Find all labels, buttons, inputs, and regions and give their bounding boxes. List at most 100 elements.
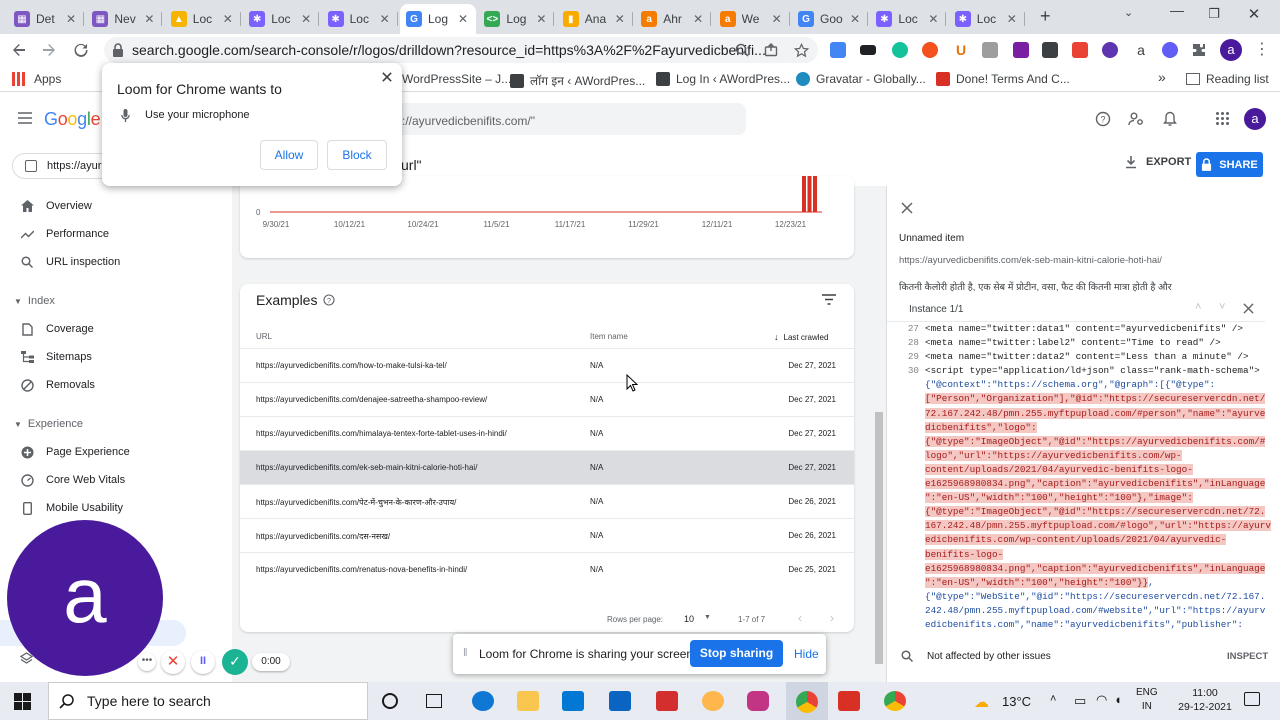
browser-tab[interactable]: a Ahr ✕ xyxy=(635,4,712,34)
notifications-icon[interactable] xyxy=(1244,692,1260,706)
bookmark-4[interactable]: Done! Terms And C... xyxy=(936,72,1070,86)
table-row[interactable]: https://ayurvedicbenifits.com/himalaya-t… xyxy=(240,416,854,450)
loom-finish-icon[interactable]: ✓ xyxy=(222,649,248,675)
examples-help-icon[interactable]: ? xyxy=(323,294,335,306)
browser-tab[interactable]: ▦ Nev ✕ xyxy=(86,4,163,34)
mail-extension-icon[interactable] xyxy=(1042,42,1058,58)
reload-icon[interactable] xyxy=(72,41,90,59)
hide-button[interactable]: Hide xyxy=(794,647,819,661)
chrome-taskbar-active[interactable] xyxy=(786,682,828,720)
red-app-taskbar-icon[interactable] xyxy=(656,691,678,711)
loom-more-icon[interactable]: ••• xyxy=(138,653,156,671)
rows-per-page-select[interactable]: 10 ▼ xyxy=(684,614,711,624)
browser-tab[interactable]: ✱ Loc ✕ xyxy=(949,4,1025,34)
loom-extension-icon[interactable] xyxy=(1162,42,1178,58)
instance-prev-icon[interactable]: ˄ xyxy=(1195,301,1201,313)
grammarly-extension-icon[interactable] xyxy=(892,42,908,58)
task-view-icon[interactable] xyxy=(426,694,442,708)
sidebar-item-url-inspection[interactable]: URL inspection xyxy=(0,248,232,276)
bookmark-2[interactable]: Log In ‹ AWordPres... xyxy=(656,72,790,86)
users-settings-icon[interactable] xyxy=(1128,111,1144,127)
weather-temp[interactable]: 13°C xyxy=(1002,694,1031,709)
tray-overflow-icon[interactable]: ˄ xyxy=(1050,693,1056,705)
menu-kebab-icon[interactable]: ⋮ xyxy=(1254,39,1270,59)
edge-taskbar-icon[interactable] xyxy=(472,691,494,711)
chart-bar[interactable] xyxy=(813,176,817,212)
filter-icon[interactable] xyxy=(822,294,836,305)
taskbar-search-box[interactable]: Type here to search xyxy=(48,682,368,720)
badge-extension-icon[interactable] xyxy=(1102,42,1118,58)
tab-close-icon[interactable]: ✕ xyxy=(378,12,392,26)
table-row[interactable]: https://ayurvedicbenifits.com/पेट-में-चु… xyxy=(240,484,854,518)
export-button[interactable]: EXPORT xyxy=(1124,155,1191,169)
address-bar[interactable]: search.google.com/search-console/r/logos… xyxy=(104,37,818,63)
chart-bar[interactable] xyxy=(807,176,812,212)
profile-avatar[interactable]: a xyxy=(1220,39,1242,61)
sidebar-section-index[interactable]: ▼ Index xyxy=(0,295,55,307)
apps-launcher-icon[interactable] xyxy=(1216,112,1229,125)
extensions-puzzle-icon[interactable] xyxy=(1190,41,1208,59)
wifi-icon[interactable]: ◠ xyxy=(1096,692,1107,708)
sidebar-section-experience[interactable]: ▼ Experience xyxy=(0,418,83,430)
tab-close-icon[interactable]: ✕ xyxy=(1005,12,1019,26)
apps-bookmark[interactable]: Apps xyxy=(12,72,61,86)
browser-tab[interactable]: ▦ Det ✕ xyxy=(8,4,84,34)
notifications-bell-icon[interactable] xyxy=(1163,111,1177,127)
next-page-icon[interactable]: › xyxy=(830,611,834,625)
browser-tab[interactable]: ▮ Ana ✕ xyxy=(557,4,633,34)
share-page-icon[interactable] xyxy=(762,41,780,59)
weather-icon[interactable]: ☁ xyxy=(974,693,989,711)
tab-close-icon[interactable]: ✕ xyxy=(221,12,235,26)
sidebar-item-performance[interactable]: Performance xyxy=(0,220,232,248)
drag-handle-icon[interactable]: ‖ xyxy=(463,647,467,659)
instagram-taskbar-icon[interactable] xyxy=(747,691,769,711)
tab-close-icon[interactable]: ✕ xyxy=(456,12,470,26)
browser-tab[interactable]: G Log ✕ xyxy=(400,4,476,34)
reading-list-button[interactable]: Reading list xyxy=(1186,72,1269,86)
cortana-icon[interactable] xyxy=(382,693,398,709)
volume-icon[interactable]: ◖ xyxy=(1114,692,1122,707)
browser-tab[interactable]: ✱ Loc ✕ xyxy=(322,4,398,34)
chrome-2-taskbar-icon[interactable] xyxy=(884,691,906,711)
sidebar-item-page-experience[interactable]: Page Experience xyxy=(0,438,232,466)
browser-tab[interactable]: ▲ Loc ✕ xyxy=(165,4,241,34)
main-scrollbar-thumb[interactable] xyxy=(875,412,883,664)
tab-search-icon[interactable]: ⌄ xyxy=(1124,6,1133,19)
browser-tab[interactable]: G Goo ✕ xyxy=(792,4,868,34)
close-popup-icon[interactable] xyxy=(382,72,392,82)
mail-taskbar-icon[interactable] xyxy=(609,691,631,711)
table-row[interactable]: https://ayurvedicbenifits.com/renatus-no… xyxy=(240,552,854,586)
inspect-button[interactable]: INSPECT xyxy=(1227,651,1268,662)
table-row[interactable]: https://ayurvedicbenifits.com/ek-seb-mai… xyxy=(240,450,854,484)
browser-tab[interactable]: <> Log ✕ xyxy=(478,4,555,34)
clock[interactable]: 11:00 29-12-2021 xyxy=(1174,686,1236,714)
explorer-taskbar-icon[interactable] xyxy=(517,691,539,711)
block-button[interactable]: Block xyxy=(327,140,387,170)
window-minimize-button[interactable]: — xyxy=(1163,2,1191,28)
instance-close-icon[interactable] xyxy=(1243,303,1254,314)
table-row[interactable]: https://ayurvedicbenifits.com/दस-नसख/N/A… xyxy=(240,518,854,552)
main-scrollbar[interactable] xyxy=(872,186,886,682)
browser-tab[interactable]: a We ✕ xyxy=(714,4,790,34)
back-icon[interactable] xyxy=(10,41,28,59)
bookmark-star-icon[interactable] xyxy=(792,41,810,59)
prev-page-icon[interactable]: ‹ xyxy=(798,611,802,625)
language-indicator[interactable]: ENG IN xyxy=(1136,686,1158,714)
loom-pause-icon[interactable]: II xyxy=(191,650,215,674)
tab-close-icon[interactable]: ✕ xyxy=(926,12,940,26)
tab-close-icon[interactable]: ✕ xyxy=(534,12,548,26)
sidebar-item-mobile-usability[interactable]: Mobile Usability xyxy=(0,494,232,522)
close-panel-icon[interactable] xyxy=(901,202,913,214)
tab-close-icon[interactable]: ✕ xyxy=(299,12,313,26)
zoom-icon[interactable] xyxy=(733,41,751,59)
stop-sharing-button[interactable]: Stop sharing xyxy=(690,640,783,667)
tab-close-icon[interactable]: ✕ xyxy=(848,12,862,26)
google-logo[interactable]: Google xyxy=(44,109,101,130)
translate-extension-icon[interactable] xyxy=(830,42,846,58)
sidebar-item-removals[interactable]: Removals xyxy=(0,371,232,399)
tab-close-icon[interactable]: ✕ xyxy=(64,12,78,26)
chart-bar[interactable] xyxy=(802,176,806,212)
text-extension-icon[interactable] xyxy=(982,42,998,58)
window-restore-button[interactable]: ❐ xyxy=(1204,6,1224,26)
bookmarks-overflow-button[interactable]: » xyxy=(1158,69,1166,85)
